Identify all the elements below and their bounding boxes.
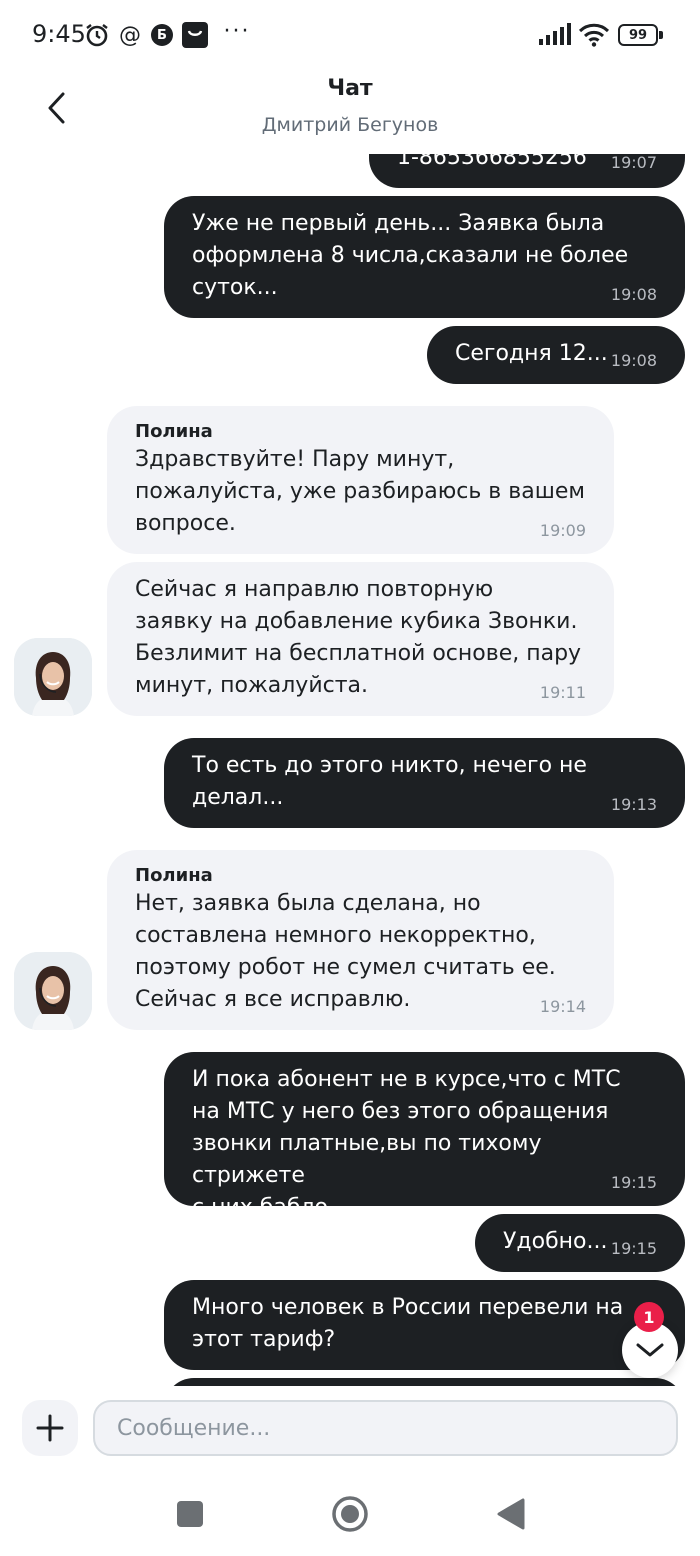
chevron-down-icon — [636, 1343, 664, 1357]
message-time: 19:14 — [539, 997, 586, 1016]
message-text: То есть до этого никто, нечего не делал.… — [192, 753, 587, 810]
message-input[interactable] — [93, 1400, 678, 1456]
incoming-message[interactable]: Сейчас я направлю повторную заявку на до… — [107, 562, 614, 716]
outgoing-message[interactable]: Уже не первый день... Заявка была оформл… — [164, 196, 685, 318]
chat-subtitle: Дмитрий Бегунов — [261, 114, 439, 136]
message-time: 19:13 — [610, 795, 657, 814]
status-bar: 9:45 @ Б ··· 99 — [0, 0, 700, 70]
outgoing-message[interactable]: То есть до этого никто, нечего не делал.… — [164, 738, 685, 828]
wifi-icon — [578, 20, 610, 50]
outgoing-message[interactable] — [164, 1378, 685, 1386]
message-time: 19:07 — [610, 154, 657, 172]
home-button[interactable] — [330, 1494, 370, 1534]
unread-count-badge: 1 — [634, 1302, 664, 1332]
message-text: Сейчас я направлю повторную заявку на до… — [135, 577, 582, 698]
message-text: Здравствуйте! Пару минут, пожалуйста, уж… — [135, 447, 585, 536]
battery-level: 99 — [618, 24, 658, 46]
message-time: 19:15 — [610, 1173, 657, 1192]
message-time: 19:15 — [610, 1239, 657, 1258]
signal-icon — [538, 20, 572, 50]
triangle-back-icon — [497, 1498, 525, 1530]
outgoing-message[interactable]: Удобно... 19:15 — [475, 1214, 685, 1272]
plus-icon — [36, 1414, 64, 1442]
battery-icon: 99 — [618, 24, 664, 46]
system-back-button[interactable] — [490, 1494, 530, 1534]
chat-title: Чат — [327, 76, 373, 101]
incoming-message[interactable]: Полина Нет, заявка была сделана, но сост… — [107, 850, 614, 1030]
shopping-bag-icon — [182, 22, 208, 48]
outgoing-message[interactable]: 1-865366855256 19:07 — [369, 154, 685, 188]
operator-avatar[interactable] — [14, 952, 92, 1030]
message-list[interactable]: 1-865366855256 19:07 Уже не первый день.… — [0, 154, 700, 1386]
message-time: 19:11 — [539, 683, 586, 702]
message-composer — [0, 1386, 700, 1472]
sender-name: Полина — [135, 865, 213, 886]
message-time: 19:08 — [610, 351, 657, 370]
status-time: 9:45 — [32, 20, 86, 48]
b-notification-icon: Б — [151, 24, 173, 46]
sender-name: Полина — [135, 421, 213, 442]
outgoing-message[interactable]: Много человек в России перевели на этот … — [164, 1280, 685, 1370]
square-icon — [177, 1501, 203, 1527]
alarm-icon — [84, 20, 110, 50]
outgoing-message[interactable]: И пока абонент не в курсе,что с МТС на М… — [164, 1052, 685, 1220]
attach-button[interactable] — [22, 1400, 78, 1456]
at-icon: @ — [119, 22, 141, 48]
message-text: Много человек в России перевели на этот … — [192, 1295, 624, 1352]
more-notifications-icon: ··· — [223, 18, 251, 44]
message-text: Уже не первый день... Заявка была оформл… — [192, 211, 629, 300]
message-time: 19:08 — [610, 285, 657, 304]
chat-header: Чат Дмитрий Бегунов — [0, 70, 700, 154]
system-navigation-bar — [0, 1472, 700, 1556]
message-text: И пока абонент не в курсе,что с МТС на М… — [192, 1067, 621, 1220]
operator-avatar[interactable] — [14, 638, 92, 716]
incoming-message[interactable]: Полина Здравствуйте! Пару минут, пожалуй… — [107, 406, 614, 554]
message-time: 19:09 — [539, 521, 586, 540]
home-circle-icon — [332, 1496, 368, 1532]
recent-apps-button[interactable] — [170, 1494, 210, 1534]
message-text: Нет, заявка была сделана, но составлена … — [135, 891, 556, 1012]
outgoing-message[interactable]: Сегодня 12... 19:08 — [427, 326, 685, 384]
